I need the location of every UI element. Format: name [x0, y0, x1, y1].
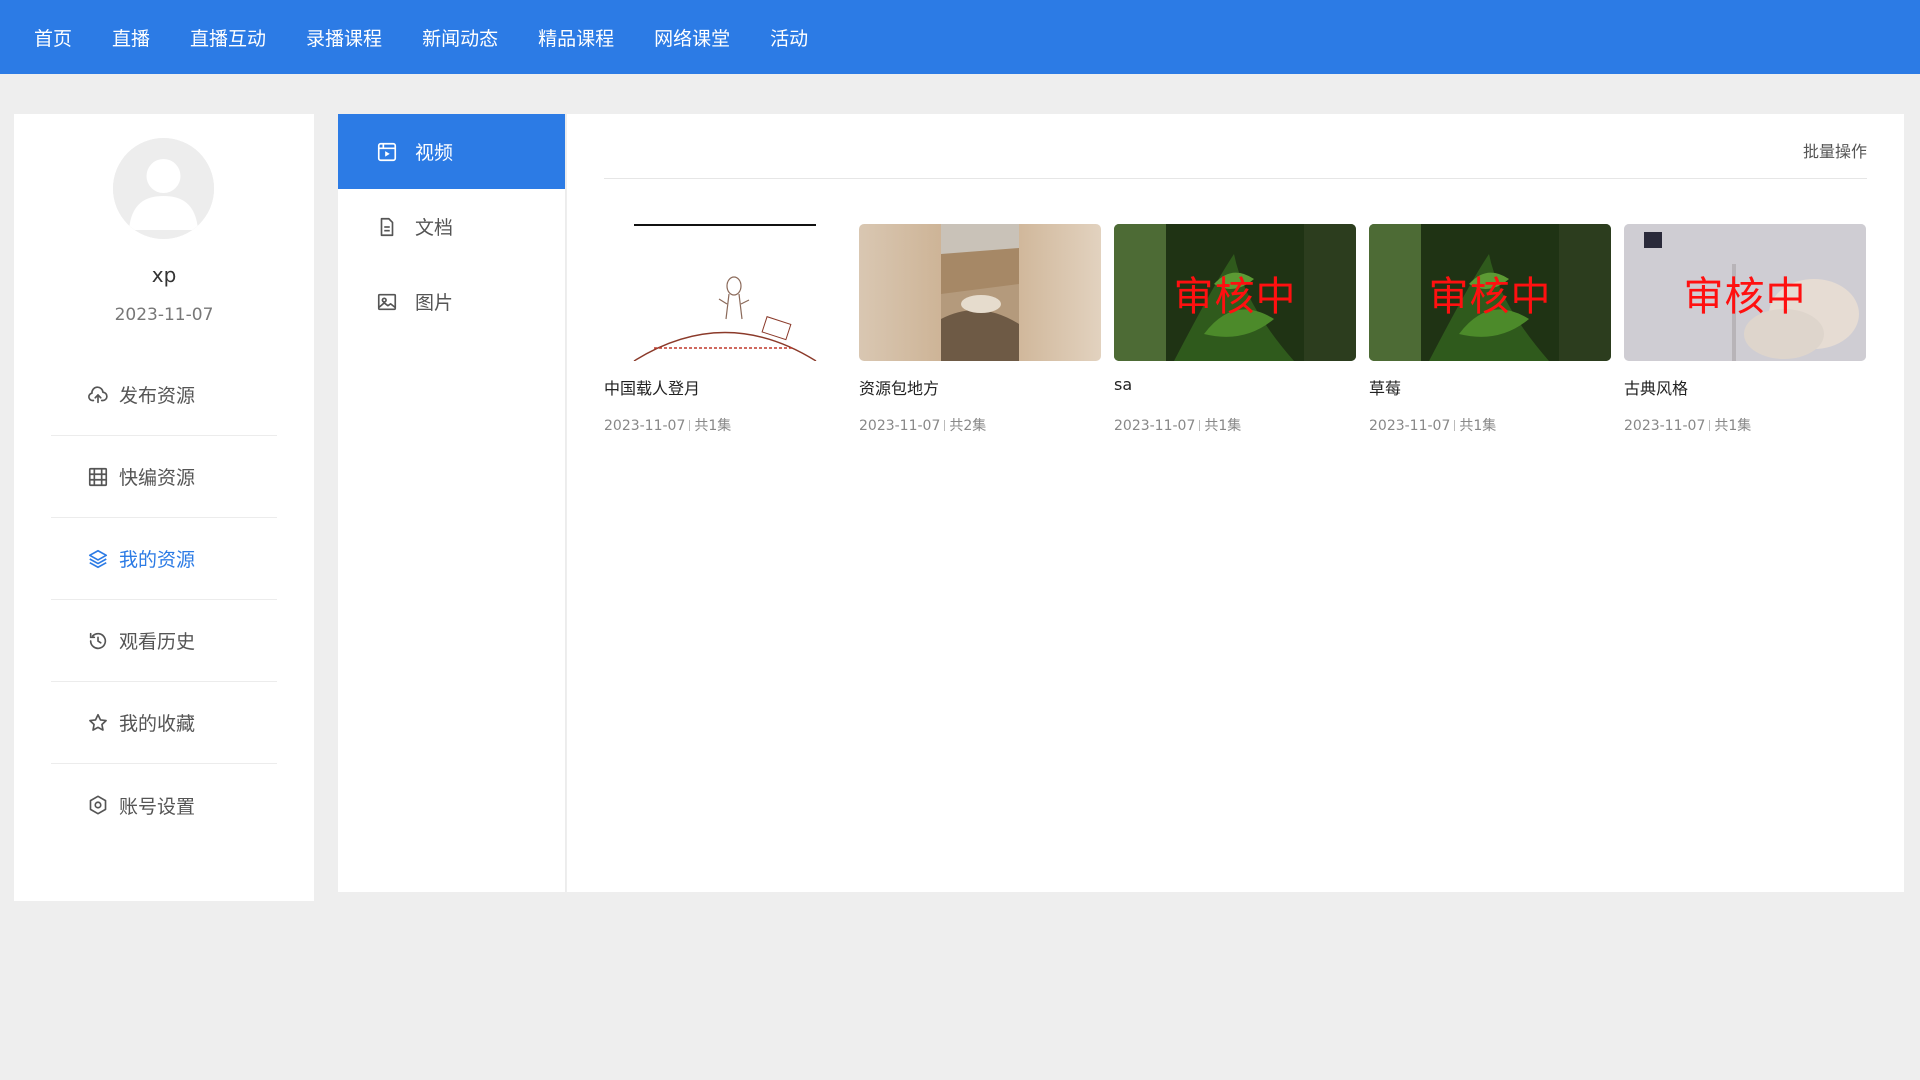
video-date: 2023-11-07 [1624, 418, 1706, 434]
video-card[interactable]: 资源包地方 2023-11-07 共2集 [859, 224, 1101, 435]
menu-item-label: 我的资源 [119, 549, 196, 571]
nav-item-live[interactable]: 直播 [112, 24, 150, 51]
video-card[interactable]: 审核中 sa 2023-11-07 共1集 [1114, 224, 1356, 435]
menu-item-label: 观看历史 [119, 631, 196, 653]
video-meta: 2023-11-07 共1集 [1369, 415, 1611, 435]
video-title[interactable]: sa [1114, 375, 1356, 397]
video-icon [376, 141, 398, 163]
nav-item-featured-courses[interactable]: 精品课程 [538, 24, 614, 51]
video-date: 2023-11-07 [859, 418, 941, 434]
review-status-overlay: 审核中 [1683, 273, 1807, 320]
review-status-overlay [859, 224, 1101, 361]
avatar[interactable] [113, 138, 214, 239]
meta-separator [689, 420, 691, 431]
video-meta: 2023-11-07 共1集 [1114, 415, 1356, 435]
video-date: 2023-11-07 [604, 418, 686, 434]
menu-item-label: 发布资源 [119, 385, 196, 407]
tab-label: 文档 [415, 217, 454, 239]
resource-type-nav: 视频 文档 图片 [338, 114, 566, 892]
top-nav-bar: 首页 直播 直播互动 录播课程 新闻动态 精品课程 网络课堂 活动 [0, 0, 1920, 74]
layers-icon [87, 548, 109, 570]
video-thumbnail[interactable] [604, 224, 846, 361]
batch-operation-button[interactable]: 批量操作 [1803, 138, 1867, 162]
meta-separator [1709, 420, 1711, 431]
video-thumbnail[interactable] [859, 224, 1101, 361]
menu-item-label: 账号设置 [119, 795, 196, 818]
divider [604, 178, 1867, 179]
video-meta: 2023-11-07 共1集 [1624, 415, 1866, 435]
tab-document[interactable]: 文档 [338, 189, 565, 264]
cloud-upload-icon [87, 384, 109, 406]
review-status-overlay [604, 224, 846, 361]
settings-icon [87, 794, 109, 816]
episode-count: 共2集 [949, 418, 987, 434]
nav-item-activities[interactable]: 活动 [770, 24, 808, 51]
tab-image[interactable]: 图片 [338, 264, 565, 339]
video-card[interactable]: 审核中 草莓 2023-11-07 共1集 [1369, 224, 1611, 435]
menu-item-publish-resource[interactable]: 发布资源 [51, 354, 277, 436]
review-status-overlay: 审核中 [1428, 273, 1552, 320]
video-meta: 2023-11-07 共2集 [859, 415, 1101, 435]
nav-item-home[interactable]: 首页 [34, 24, 72, 51]
episode-count: 共1集 [1714, 418, 1752, 434]
episode-count: 共1集 [694, 418, 732, 434]
nav-item-live-interaction[interactable]: 直播互动 [190, 24, 266, 51]
image-icon [376, 291, 398, 313]
video-date: 2023-11-07 [1114, 418, 1196, 434]
episode-count: 共1集 [1459, 418, 1497, 434]
video-thumbnail[interactable]: 审核中 [1369, 224, 1611, 361]
nav-item-recorded-courses[interactable]: 录播课程 [306, 24, 382, 51]
menu-item-account-settings[interactable]: 账号设置 [51, 764, 277, 846]
menu-item-label: 我的收藏 [119, 713, 196, 735]
profile-menu: 发布资源 快编资源 我的资源 观看历史 我的收藏 账号设置 [51, 354, 277, 846]
profile-panel: xp 2023-11-07 发布资源 快编资源 我的资源 观看历史 我的收藏 账… [14, 114, 314, 901]
document-icon [376, 216, 398, 238]
video-title[interactable]: 中国载人登月 [604, 375, 846, 398]
video-title[interactable]: 古典风格 [1624, 375, 1866, 398]
menu-item-my-favorites[interactable]: 我的收藏 [51, 682, 277, 764]
tab-video[interactable]: 视频 [338, 114, 565, 189]
video-card[interactable]: 中国载人登月 2023-11-07 共1集 [604, 224, 846, 435]
nav-item-news[interactable]: 新闻动态 [422, 24, 498, 51]
join-date: 2023-11-07 [114, 305, 214, 325]
meta-separator [1454, 420, 1456, 431]
video-card[interactable]: 审核中 古典风格 2023-11-07 共1集 [1624, 224, 1866, 435]
menu-item-quick-edit[interactable]: 快编资源 [51, 436, 277, 518]
nav-item-online-classroom[interactable]: 网络课堂 [654, 24, 730, 51]
menu-item-label: 快编资源 [119, 467, 196, 489]
video-date: 2023-11-07 [1369, 418, 1451, 434]
tab-label: 图片 [415, 292, 454, 314]
resource-list-panel: 批量操作 中国载人登月 2023-11-07 共1集 资源包地方 2023-11… [567, 114, 1904, 892]
menu-item-my-resources[interactable]: 我的资源 [51, 518, 277, 600]
video-thumbnail[interactable]: 审核中 [1624, 224, 1866, 361]
video-title[interactable]: 草莓 [1369, 375, 1611, 398]
meta-separator [1199, 420, 1201, 431]
video-card-list: 中国载人登月 2023-11-07 共1集 资源包地方 2023-11-07 共… [604, 224, 1879, 435]
review-status-overlay: 审核中 [1173, 273, 1297, 320]
meta-separator [944, 420, 946, 431]
video-thumbnail[interactable]: 审核中 [1114, 224, 1356, 361]
episode-count: 共1集 [1204, 418, 1242, 434]
film-grid-icon [87, 466, 109, 488]
user-silhouette-icon [113, 138, 214, 239]
username: xp [151, 263, 177, 287]
menu-item-watch-history[interactable]: 观看历史 [51, 600, 277, 682]
history-icon [87, 630, 109, 652]
video-meta: 2023-11-07 共1集 [604, 415, 846, 435]
video-title[interactable]: 资源包地方 [859, 375, 1101, 398]
tab-label: 视频 [415, 142, 454, 164]
star-icon [87, 712, 109, 734]
